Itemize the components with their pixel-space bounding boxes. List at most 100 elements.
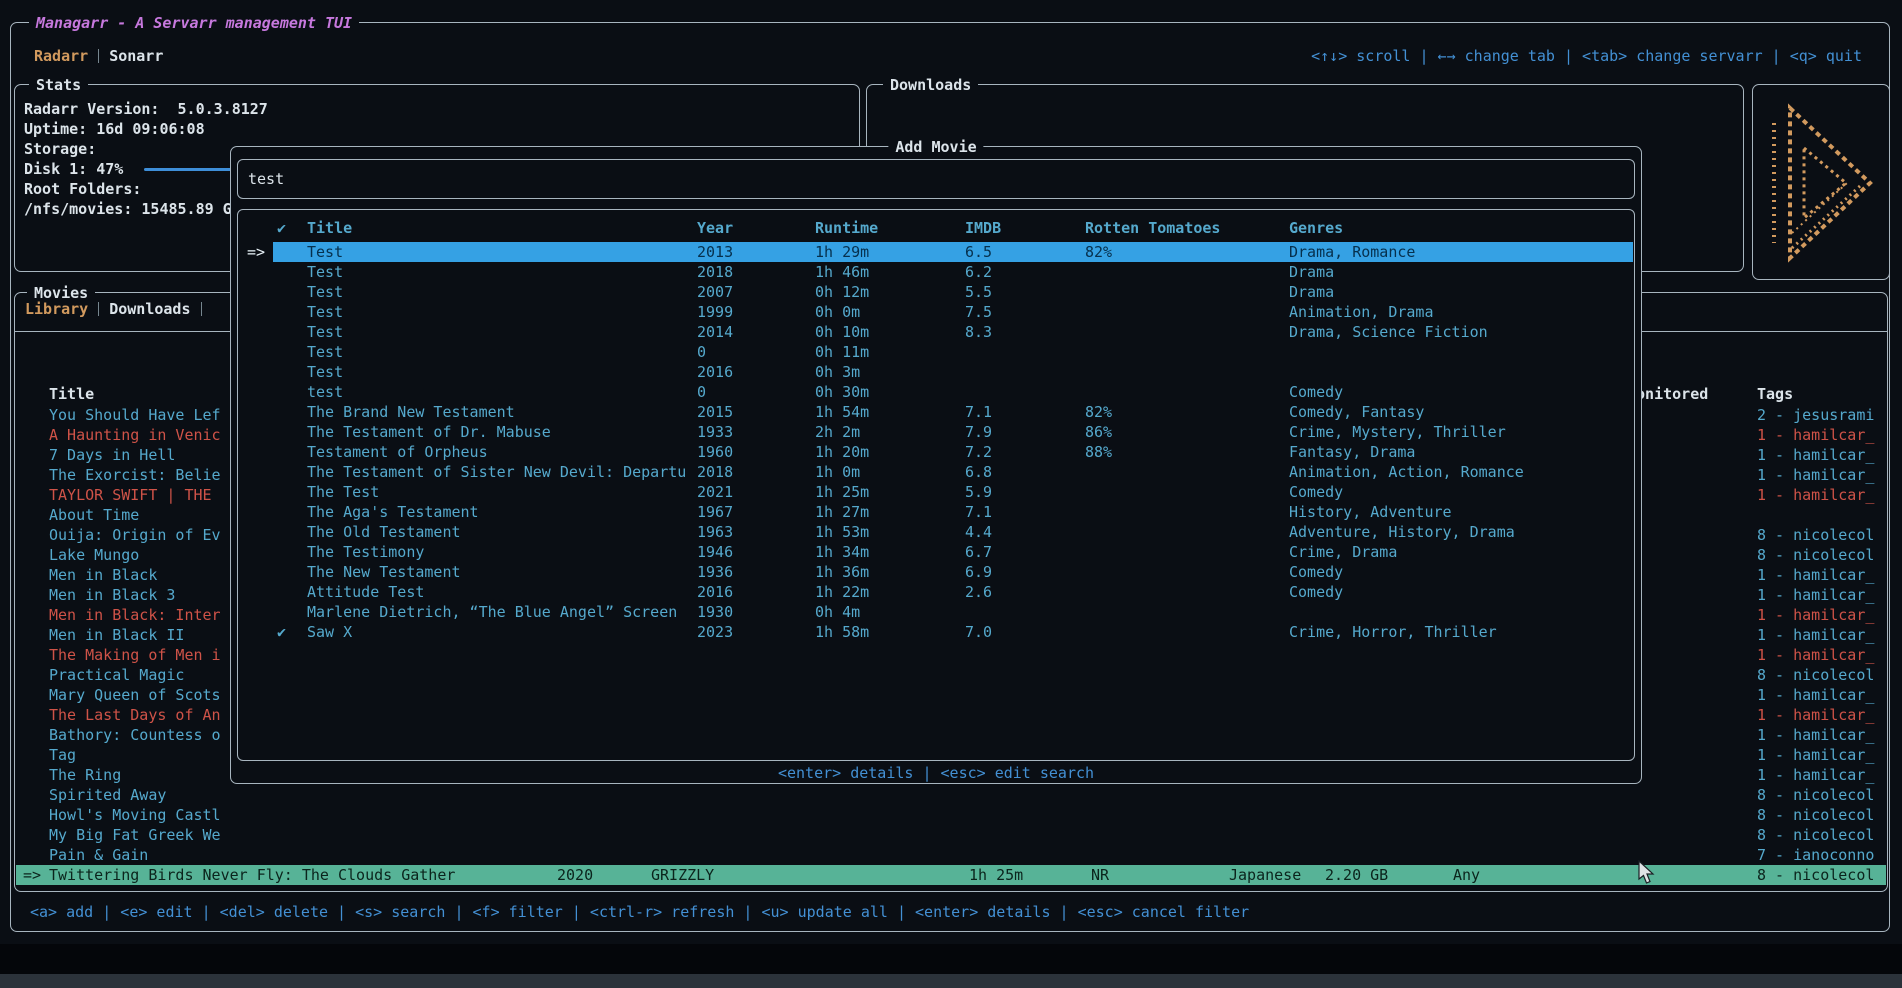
- tab-radarr[interactable]: Radarr: [34, 47, 88, 65]
- rotten-tomatoes-rating: [1085, 322, 1289, 342]
- movie-runtime: 1h 46m: [815, 262, 965, 282]
- add-movie-result-row[interactable]: Test20160h 3m: [239, 362, 1633, 382]
- movie-genres: Comedy, Fantasy: [1289, 402, 1633, 422]
- add-movie-result-row[interactable]: Test20140h 10m8.3Drama, Science Fiction: [239, 322, 1633, 342]
- header-check-icon: ✔: [277, 218, 307, 238]
- imdb-rating: [965, 382, 1085, 402]
- imdb-rating: 2.6: [965, 582, 1085, 602]
- add-movie-result-row[interactable]: The Aga's Testament19671h 27m7.1History,…: [239, 502, 1633, 522]
- movie-tag: 1 - hamilcar_: [1757, 685, 1885, 705]
- stats-version: Radarr Version: 5.0.3.8127: [24, 99, 268, 119]
- selected-movie-tag: 8 - nicolecol: [1757, 865, 1885, 885]
- movie-title: About Time: [49, 505, 235, 525]
- add-movie-result-row[interactable]: =>Test20131h 29m6.582%Drama, Romance: [239, 242, 1633, 262]
- add-movie-result-row[interactable]: Test20181h 46m6.2Drama: [239, 262, 1633, 282]
- add-movie-result-row[interactable]: Testament of Orpheus19601h 20m7.288%Fant…: [239, 442, 1633, 462]
- downloads-panel-title: Downloads: [883, 75, 978, 95]
- movie-tag: 7 - ianoconno: [1757, 845, 1885, 865]
- header-year: Year: [697, 218, 815, 238]
- movie-genres: Crime, Drama: [1289, 542, 1633, 562]
- add-movie-result-row[interactable]: The Old Testament19631h 53m4.4Adventure,…: [239, 522, 1633, 542]
- movie-search-input[interactable]: test: [237, 159, 1635, 199]
- rotten-tomatoes-rating: [1085, 462, 1289, 482]
- header-marker-spacer: [247, 218, 277, 238]
- add-movie-result-row[interactable]: The New Testament19361h 36m6.9Comedy: [239, 562, 1633, 582]
- tab-library[interactable]: Library: [25, 300, 88, 318]
- add-movie-result-row[interactable]: test00h 30mComedy: [239, 382, 1633, 402]
- movie-year: 2014: [697, 322, 815, 342]
- selection-marker: [247, 302, 277, 322]
- results-header-row: ✔ Title Year Runtime IMDB Rotten Tomatoe…: [239, 218, 1633, 238]
- selected-movie-certification: NR: [1091, 865, 1109, 885]
- monitored-check: [277, 462, 307, 482]
- add-movie-result-row[interactable]: The Testament of Sister New Devil: Depar…: [239, 462, 1633, 482]
- selection-marker: [247, 482, 277, 502]
- monitored-check: [277, 262, 307, 282]
- monitored-check: [277, 442, 307, 462]
- add-movie-result-row[interactable]: The Test20211h 25m5.9Comedy: [239, 482, 1633, 502]
- add-movie-result-row[interactable]: Test20070h 12m5.5Drama: [239, 282, 1633, 302]
- movie-title: Attitude Test: [307, 582, 697, 602]
- add-movie-result-row[interactable]: The Testimony19461h 34m6.7Crime, Drama: [239, 542, 1633, 562]
- movie-title: The Ring: [49, 765, 235, 785]
- movie-title: 7 Days in Hell: [49, 445, 235, 465]
- library-selected-row[interactable]: => Twittering Birds Never Fly: The Cloud…: [16, 865, 1886, 885]
- movie-tag: 1 - hamilcar_: [1757, 465, 1885, 485]
- add-movie-result-row[interactable]: Test19990h 0m7.5Animation, Drama: [239, 302, 1633, 322]
- stats-panel-title: Stats: [29, 75, 88, 95]
- selected-movie-year: 2020: [557, 865, 593, 885]
- selection-marker: [247, 562, 277, 582]
- library-movie-row[interactable]: Howl's Moving Castl8 - nicolecol: [16, 805, 1886, 825]
- movie-title: TAYLOR SWIFT | THE: [49, 485, 235, 505]
- rotten-tomatoes-rating: [1085, 522, 1289, 542]
- stats-disk-label: Disk 1: 47%: [24, 159, 123, 179]
- movie-title: Test: [307, 342, 697, 362]
- add-movie-result-row[interactable]: Attitude Test20161h 22m2.6Comedy: [239, 582, 1633, 602]
- selected-movie-size: 2.20 GB: [1325, 865, 1388, 885]
- rotten-tomatoes-rating: [1085, 482, 1289, 502]
- tab-sonarr[interactable]: Sonarr: [109, 47, 163, 65]
- movie-title: Lake Mungo: [49, 545, 235, 565]
- rotten-tomatoes-rating: [1085, 342, 1289, 362]
- rotten-tomatoes-rating: [1085, 602, 1289, 622]
- rotten-tomatoes-rating: [1085, 302, 1289, 322]
- stats-root-folders-label: Root Folders:: [24, 179, 141, 199]
- logo-panel: [1752, 84, 1890, 280]
- movie-title: Test: [307, 282, 697, 302]
- movie-year: 2021: [697, 482, 815, 502]
- movie-genres: Comedy: [1289, 482, 1633, 502]
- monitored-check: [277, 362, 307, 382]
- add-movie-result-row[interactable]: The Brand New Testament20151h 54m7.182%C…: [239, 402, 1633, 422]
- movie-tag: 8 - nicolecol: [1757, 665, 1885, 685]
- movie-tag: 8 - nicolecol: [1757, 785, 1885, 805]
- add-movie-modal-title: Add Movie: [888, 137, 983, 157]
- monitored-check: [277, 322, 307, 342]
- movie-tag: 8 - nicolecol: [1757, 525, 1885, 545]
- header-rotten-tomatoes: Rotten Tomatoes: [1085, 218, 1289, 238]
- movie-title: Men in Black: Inter: [49, 605, 235, 625]
- movie-tag: 1 - hamilcar_: [1757, 605, 1885, 625]
- library-movie-row[interactable]: Pain & Gain7 - ianoconno: [16, 845, 1886, 865]
- imdb-rating: 7.1: [965, 402, 1085, 422]
- rotten-tomatoes-rating: 88%: [1085, 442, 1289, 462]
- selection-marker: [247, 622, 277, 642]
- library-movie-row[interactable]: Spirited Away8 - nicolecol: [16, 785, 1886, 805]
- add-movie-result-row[interactable]: ✔Saw X20231h 58m7.0Crime, Horror, Thrill…: [239, 622, 1633, 642]
- movie-runtime: 1h 22m: [815, 582, 965, 602]
- movie-runtime: 0h 0m: [815, 302, 965, 322]
- monitored-check: [277, 302, 307, 322]
- add-movie-help: <enter> details | <esc> edit search: [231, 763, 1641, 783]
- add-movie-result-row[interactable]: Marlene Dietrich, “The Blue Angel” Scree…: [239, 602, 1633, 622]
- imdb-rating: 6.5: [965, 242, 1085, 262]
- selection-marker: [247, 382, 277, 402]
- movie-year: 2015: [697, 402, 815, 422]
- library-movie-row[interactable]: My Big Fat Greek We8 - nicolecol: [16, 825, 1886, 845]
- rotten-tomatoes-rating: [1085, 562, 1289, 582]
- add-movie-result-row[interactable]: Test00h 11m: [239, 342, 1633, 362]
- movie-title: The Old Testament: [307, 522, 697, 542]
- add-movie-result-row[interactable]: The Testament of Dr. Mabuse19332h 2m7.98…: [239, 422, 1633, 442]
- selection-marker: [247, 602, 277, 622]
- imdb-rating: 5.5: [965, 282, 1085, 302]
- tab-downloads[interactable]: Downloads: [109, 300, 190, 318]
- movie-title: The Testament of Dr. Mabuse: [307, 422, 697, 442]
